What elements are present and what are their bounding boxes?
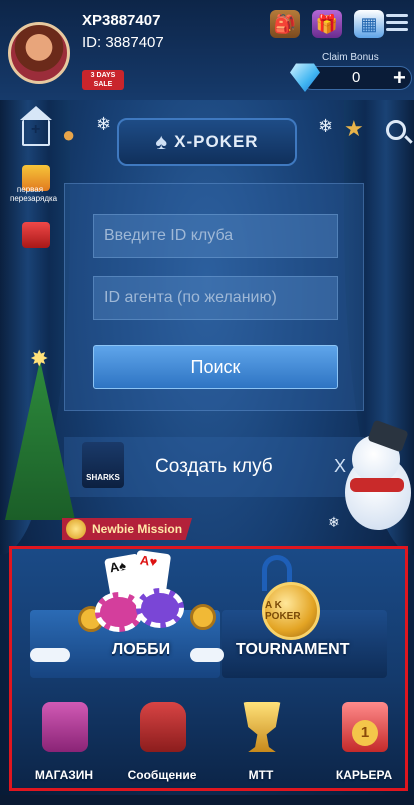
- club-id-input[interactable]: Введите ID клуба: [93, 214, 338, 258]
- avatar[interactable]: [8, 22, 70, 84]
- nav-mtt-label: МТТ: [248, 768, 274, 782]
- search-button[interactable]: Поиск: [93, 345, 338, 389]
- tournament-medal-icon: A K POKER: [262, 582, 320, 640]
- ornament-icon: ●: [62, 122, 76, 147]
- purple-chip-icon: [136, 588, 184, 628]
- username: XP3887407: [82, 12, 161, 29]
- snowflake-icon: ❄: [318, 116, 334, 136]
- treasure-chest-icon[interactable]: 🎁: [312, 10, 342, 38]
- star-ornament-icon: ★: [344, 116, 364, 141]
- nav-shop-label: МАГАЗИН: [34, 768, 94, 782]
- snow-cap: [190, 648, 224, 662]
- nav-career[interactable]: КАРЬЕРА: [324, 698, 404, 788]
- nav-messages-label: Сообщение: [127, 768, 197, 782]
- first-topup-label[interactable]: первая перезарядка: [10, 185, 57, 203]
- tree-star-icon: ✸: [30, 346, 49, 371]
- calendar-icon[interactable]: ▦: [354, 10, 384, 38]
- career-medal-icon: [342, 702, 388, 752]
- shop-icon: [42, 702, 88, 752]
- claim-bonus-label: Claim Bonus: [322, 52, 379, 63]
- menu-icon[interactable]: [386, 14, 408, 32]
- sale-badge[interactable]: 3 DAYS SALE: [82, 70, 124, 90]
- trophy-icon: [243, 702, 281, 752]
- snowman-scarf: [350, 478, 404, 492]
- sharks-club-logo: SHARKS: [82, 442, 124, 488]
- snow-cap: [30, 648, 70, 662]
- gold-chip-icon: [190, 604, 216, 630]
- add-diamonds-button[interactable]: +: [393, 65, 406, 91]
- search-icon[interactable]: [386, 120, 406, 140]
- mailbox-icon: [140, 702, 186, 752]
- snowflake-icon: ❄: [328, 514, 340, 530]
- diamond-count: 0: [352, 69, 361, 86]
- agent-id-input[interactable]: ID агента (по желанию): [93, 276, 338, 320]
- backpack-icon[interactable]: 🎒: [270, 10, 300, 38]
- app-logo: ♠ X-POKER: [117, 118, 297, 166]
- snowflake-icon: ❄: [96, 114, 112, 134]
- spade-icon: ♠: [155, 129, 169, 154]
- tournament-label[interactable]: TOURNAMENT: [236, 641, 349, 659]
- create-club-arrow[interactable]: X: [334, 456, 346, 477]
- create-club-button[interactable]: Создать клуб: [155, 456, 273, 478]
- gift-box-icon[interactable]: [22, 222, 50, 248]
- nav-career-label: КАРЬЕРА: [335, 768, 393, 782]
- lobby-label[interactable]: ЛОББИ: [112, 641, 170, 659]
- nav-shop[interactable]: МАГАЗИН: [24, 698, 104, 788]
- logo-text: X-POKER: [174, 132, 259, 151]
- nav-messages[interactable]: Сообщение: [122, 698, 202, 788]
- bottom-strip: [0, 795, 414, 805]
- nav-mtt[interactable]: МТТ: [221, 698, 301, 788]
- user-id: ID: 3887407: [82, 34, 164, 51]
- add-home-icon[interactable]: [20, 106, 52, 146]
- coin-icon: [66, 519, 86, 539]
